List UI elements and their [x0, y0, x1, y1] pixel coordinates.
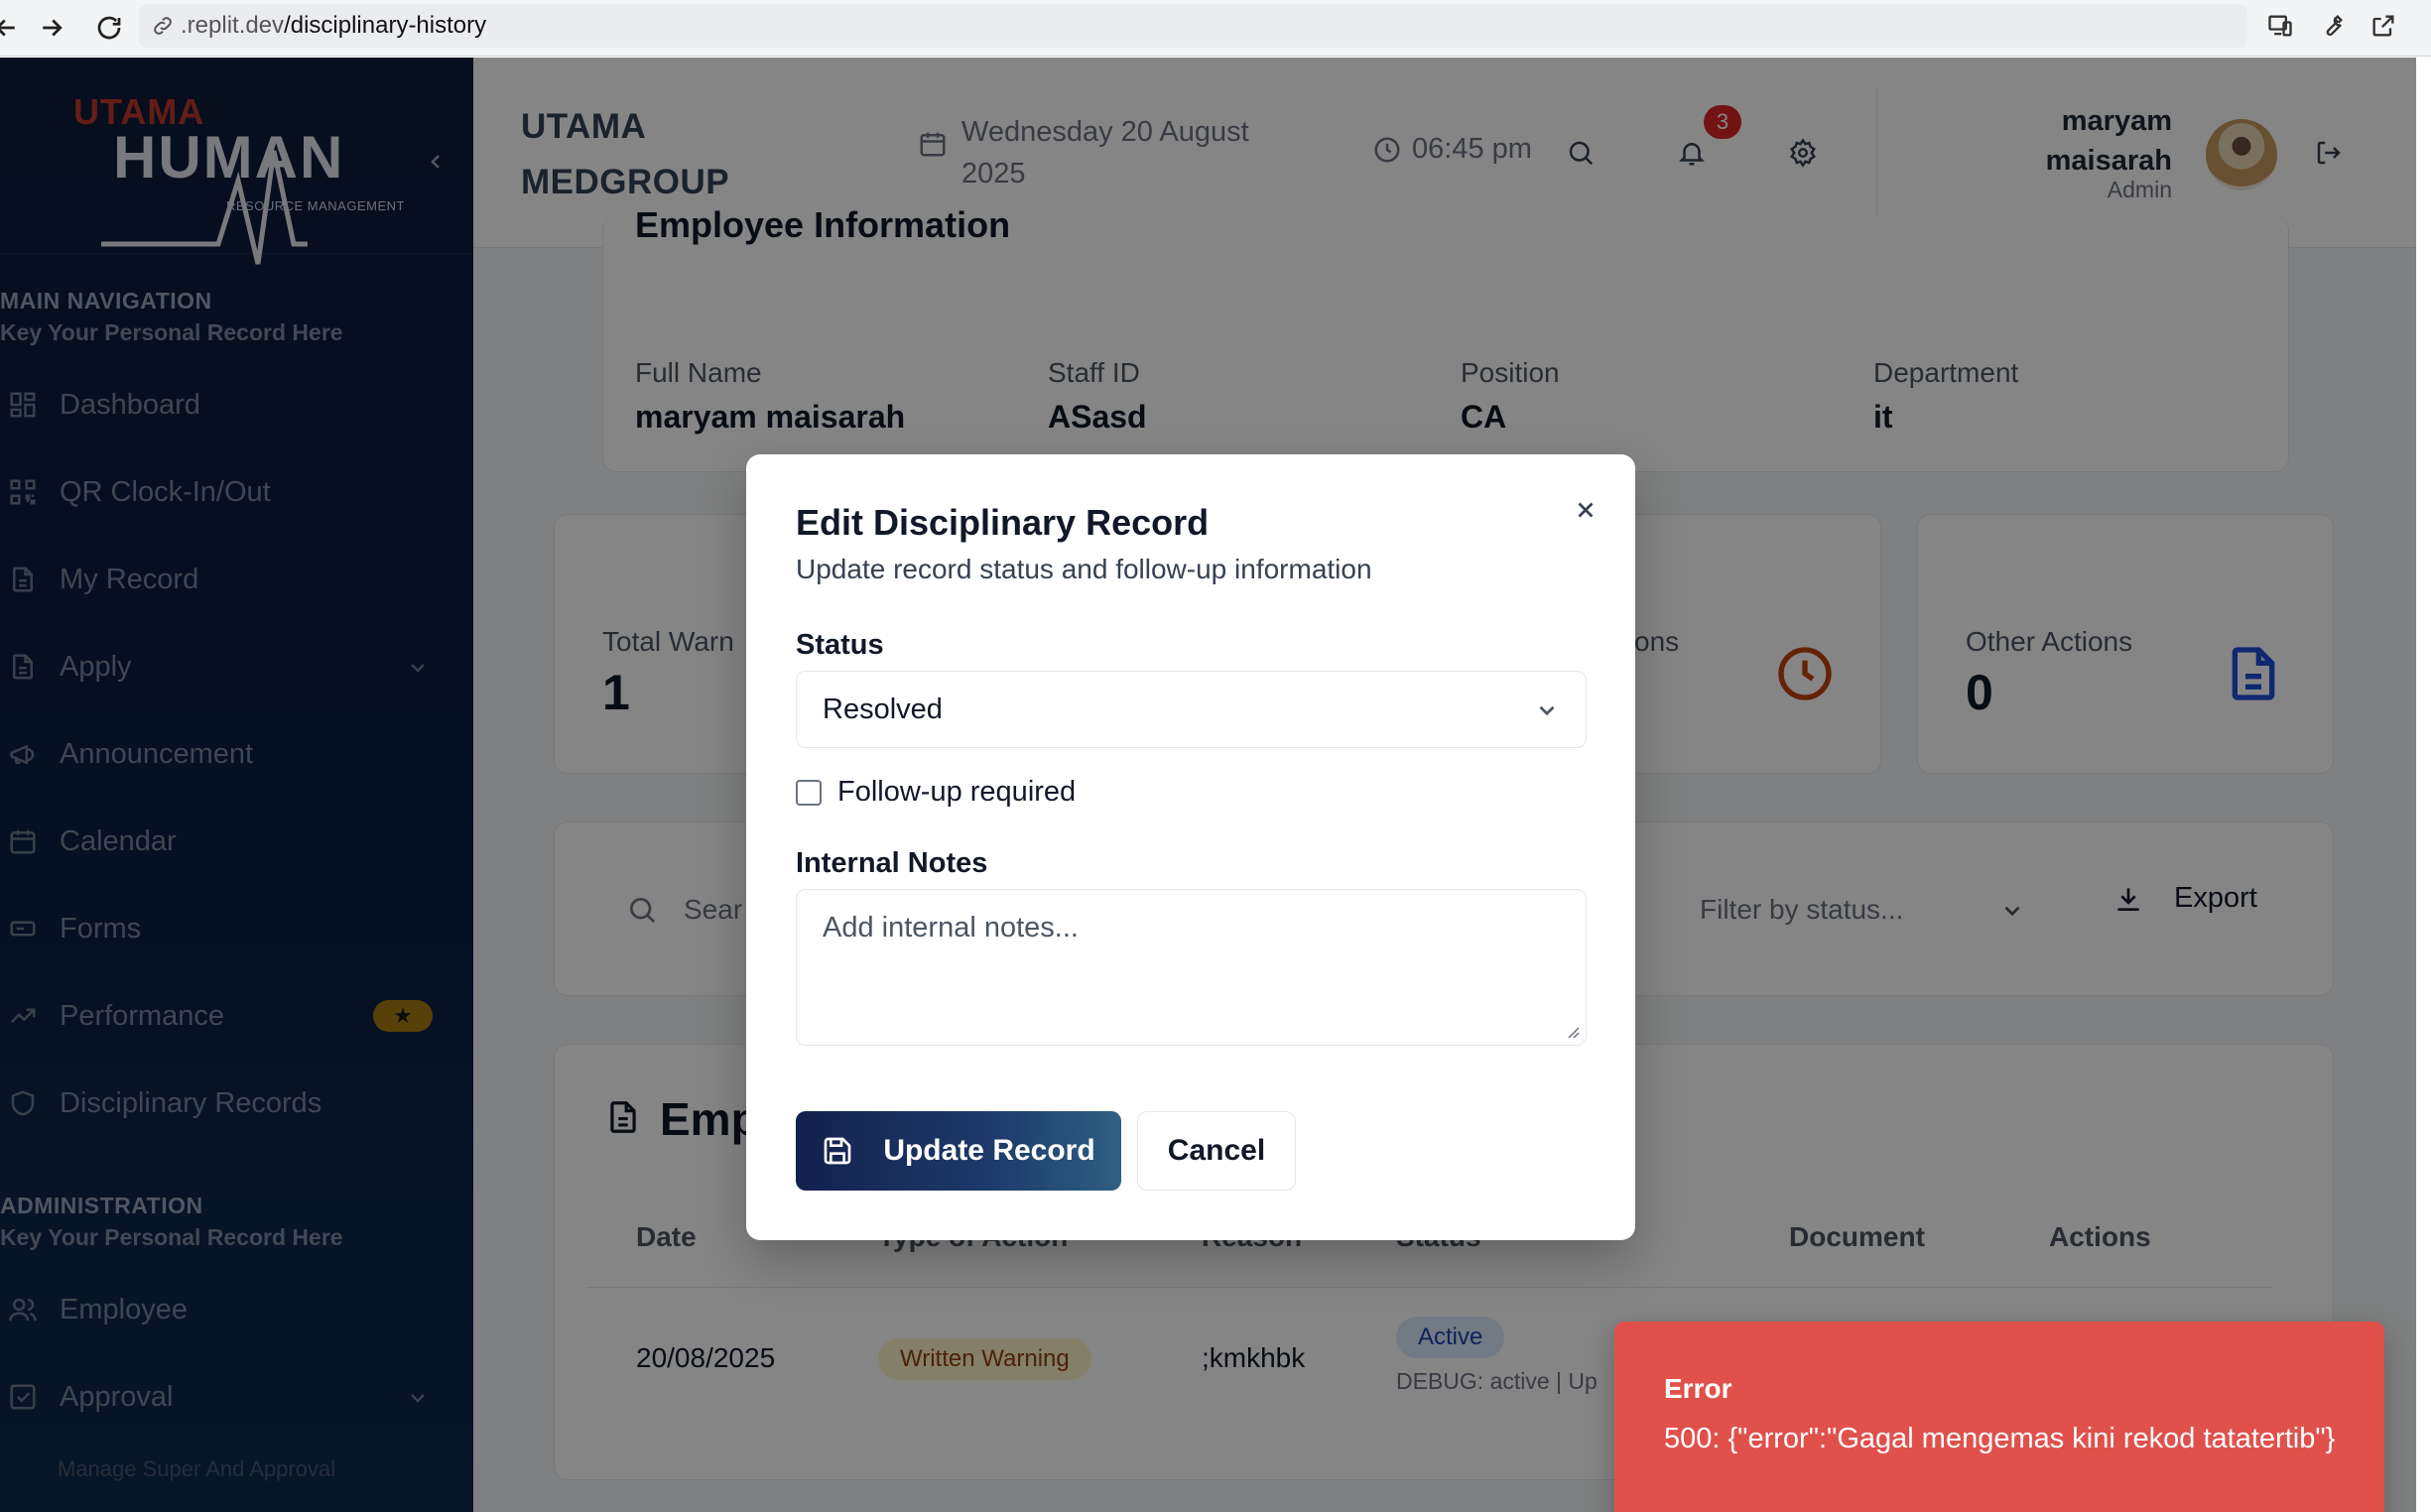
arrow-left-icon — [0, 19, 15, 37]
close-button[interactable] — [1566, 490, 1605, 530]
dialog-title: Edit Disciplinary Record — [796, 502, 1210, 543]
cancel-button[interactable]: Cancel — [1137, 1111, 1296, 1191]
toast-title: Error — [1664, 1373, 1732, 1404]
update-record-button[interactable]: Update Record — [796, 1111, 1121, 1191]
browser-toolbar: .replit.dev/disciplinary-history — [0, 0, 2431, 57]
save-icon — [824, 1137, 851, 1165]
back-button[interactable] — [0, 6, 28, 50]
reload-button[interactable] — [87, 6, 131, 50]
resize-handle-icon[interactable] — [1564, 1023, 1580, 1039]
devices-icon — [2268, 15, 2292, 37]
status-label: Status — [796, 629, 884, 661]
chevron-down-icon — [1534, 697, 1560, 723]
page-scrollbar[interactable] — [2416, 58, 2431, 1512]
wrench-icon — [2326, 15, 2343, 36]
arrow-right-icon — [43, 19, 63, 37]
link-icon — [154, 17, 172, 35]
followup-checkbox[interactable] — [796, 779, 822, 806]
address-bar[interactable]: .replit.dev/disciplinary-history — [139, 4, 2247, 48]
status-select[interactable]: Resolved — [796, 671, 1587, 748]
url-text: .replit.dev/disciplinary-history — [181, 12, 487, 39]
internal-notes-textarea[interactable]: Add internal notes... — [796, 889, 1587, 1046]
app-shell: UTAMA HUMAN RESOURCE MANAGEMENT MAIN NAV… — [0, 58, 2416, 1512]
close-icon — [1578, 502, 1594, 518]
device-toolbar-button[interactable] — [2260, 6, 2300, 46]
followup-label: Follow-up required — [837, 776, 1077, 808]
followup-row[interactable]: Follow-up required — [796, 776, 1076, 809]
open-new-tab-button[interactable] — [2364, 6, 2403, 46]
toast-message: 500: {"error":"Gagal mengemas kini rekod… — [1664, 1423, 2336, 1454]
external-link-icon — [2372, 15, 2394, 37]
error-toast[interactable]: Error 500: {"error":"Gagal mengemas kini… — [1614, 1322, 2384, 1512]
edit-record-dialog: Edit Disciplinary Record Update record s… — [746, 454, 1635, 1240]
notes-placeholder: Add internal notes... — [823, 912, 1079, 944]
status-select-value: Resolved — [823, 693, 943, 725]
notes-label: Internal Notes — [796, 847, 988, 879]
dialog-description: Update record status and follow-up infor… — [796, 554, 1372, 584]
devtools-button[interactable] — [2312, 6, 2352, 46]
forward-button[interactable] — [30, 6, 73, 50]
reload-icon — [97, 16, 121, 40]
